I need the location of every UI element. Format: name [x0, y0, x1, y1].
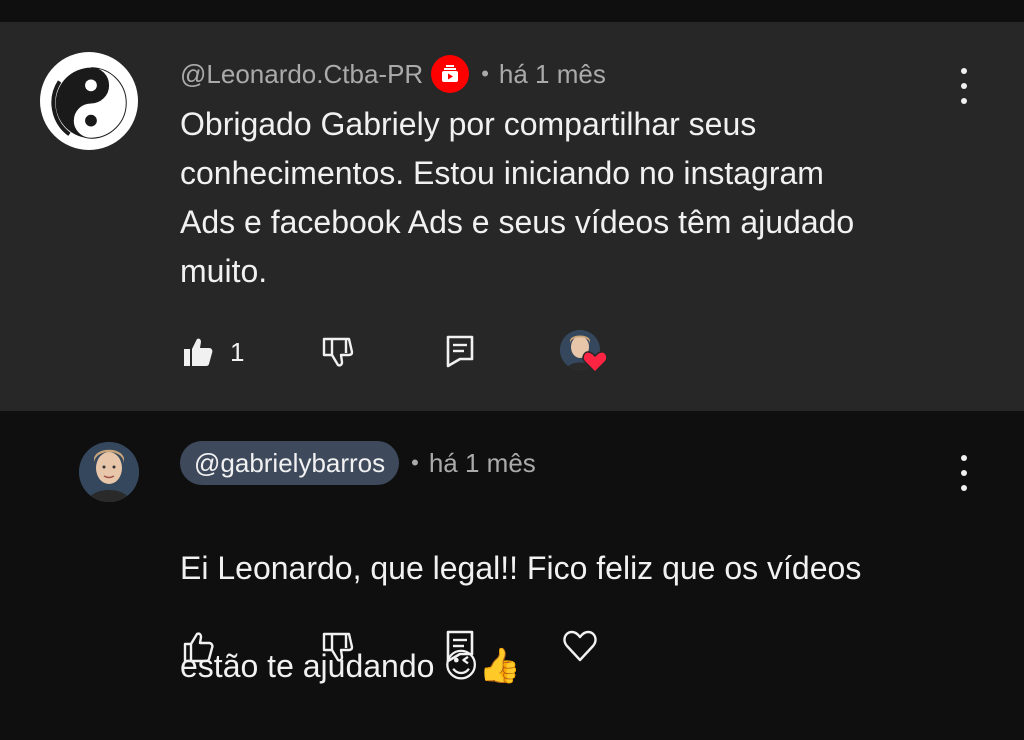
- reply-actions: [0, 623, 1024, 673]
- more-options-icon[interactable]: [959, 455, 969, 491]
- thumbs-up-filled-icon: [184, 338, 213, 366]
- avatar-yin-yang-icon[interactable]: [40, 52, 138, 150]
- heart-button[interactable]: [562, 629, 598, 663]
- reply-button[interactable]: [445, 334, 475, 368]
- author-name[interactable]: @Leonardo.Ctba-PR: [180, 59, 423, 90]
- author-line: @Leonardo.Ctba-PR • há 1 mês: [180, 55, 606, 93]
- like-button[interactable]: [182, 631, 214, 663]
- thumbs-up-icon: [183, 632, 214, 663]
- heart-icon: [582, 351, 608, 374]
- reply-text-line-1: Ei Leonardo, que legal!! Fico feliz que …: [180, 550, 862, 586]
- creator-author-chip[interactable]: @gabrielybarros: [180, 441, 400, 485]
- comment-main: @Leonardo.Ctba-PR • há 1 mês Obrigado Ga…: [0, 22, 1024, 411]
- creator-heart: [560, 330, 608, 376]
- comment-time: há 1 mês: [428, 447, 536, 478]
- dislike-button[interactable]: [321, 336, 355, 368]
- comment-time: há 1 mês: [498, 58, 606, 89]
- more-options-icon[interactable]: [959, 68, 969, 104]
- reply-text: Ei Leonardo, que legal!! Fico feliz que …: [180, 495, 980, 740]
- like-count: 1: [230, 336, 245, 367]
- thumbs-down-icon: [322, 632, 354, 662]
- reply-comment-icon: [446, 630, 474, 663]
- comment-text: Obrigado Gabriely por compartilhar seus …: [180, 106, 855, 289]
- avatar[interactable]: [79, 442, 139, 502]
- reply-button[interactable]: [445, 629, 475, 663]
- top-strip: [0, 0, 1024, 22]
- reply-comment-icon: [446, 335, 474, 368]
- heart-outline-icon: [563, 630, 597, 662]
- like-button[interactable]: 1: [182, 336, 244, 368]
- reply-comment: @gabrielybarros • há 1 mês Ei Leonardo, …: [0, 411, 1024, 699]
- member-badge-icon: [431, 55, 470, 93]
- comment-actions: 1: [0, 328, 1024, 378]
- separator-dot: •: [411, 450, 419, 475]
- author-line: @gabrielybarros • há 1 mês: [180, 441, 536, 485]
- dislike-button[interactable]: [321, 631, 355, 663]
- separator-dot: •: [481, 61, 489, 86]
- thumbs-down-icon: [322, 337, 354, 367]
